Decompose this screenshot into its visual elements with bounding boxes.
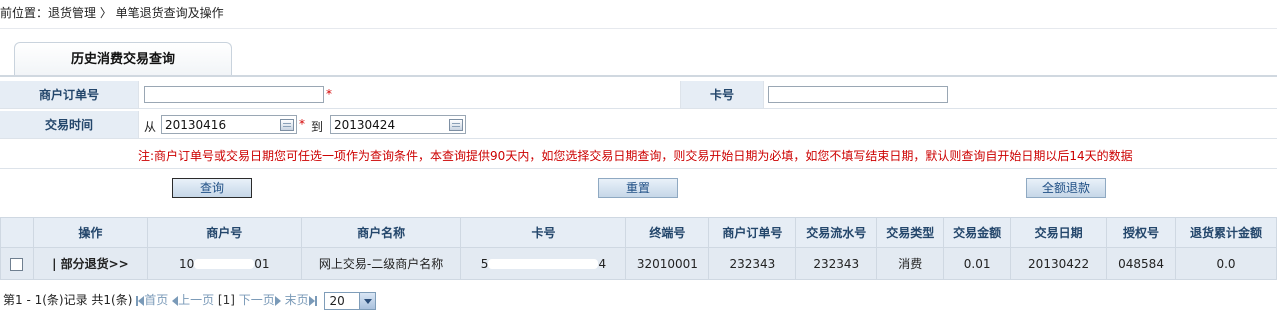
to-label: 到 — [311, 120, 324, 134]
reset-button[interactable]: 重置 — [598, 178, 678, 198]
masked-region — [488, 259, 599, 269]
breadcrumb: 前位置：退货管理 〉 单笔退货查询及操作 — [0, 6, 224, 20]
query-button[interactable]: 查询 — [172, 178, 252, 198]
card-number-label: 卡号 — [681, 81, 763, 108]
required-mark: * — [299, 117, 305, 131]
table-header: 交易日期 — [1010, 217, 1108, 248]
start-date-input[interactable] — [161, 115, 297, 134]
form-row-order: 商户订单号 * 卡号 — [0, 81, 1277, 109]
record-summary: 第1 - 1(条)记录 共1(条) — [3, 293, 133, 307]
next-page-link[interactable]: 下一页 — [239, 293, 281, 307]
trade-type-cell: 消费 — [876, 247, 945, 280]
chevron-down-icon — [359, 292, 376, 309]
serial-no-cell: 232343 — [795, 247, 878, 280]
trade-date-cell: 20130422 — [1010, 247, 1108, 280]
table-header: 交易金额 — [943, 217, 1012, 248]
full-refund-button[interactable]: 全额退款 — [1026, 178, 1106, 198]
last-page-link[interactable]: 末页 — [285, 293, 317, 307]
row-checkbox-cell — [0, 247, 34, 280]
merchant-name-cell: 网上交易-二级商户名称 — [300, 247, 462, 280]
end-date-input[interactable] — [330, 115, 466, 134]
card-number-input[interactable] — [768, 86, 948, 103]
partial-refund-link[interactable]: | 部分退货>> — [32, 247, 148, 280]
tab-history-query[interactable]: 历史消费交易查询 — [14, 42, 232, 76]
calendar-icon[interactable] — [449, 119, 463, 131]
calendar-icon[interactable] — [280, 119, 294, 131]
refund-total-cell: 0.0 — [1175, 247, 1277, 280]
results-table: 操作 商户号 商户名称 卡号 终端号 商户订单号 交易流水号 交易类型 交易金额… — [0, 217, 1277, 280]
amount-cell: 0.01 — [943, 247, 1012, 280]
next-page-icon — [274, 295, 281, 306]
table-header: 退货累计金额 — [1175, 217, 1277, 248]
prev-page-link[interactable]: 上一页 — [172, 293, 214, 307]
order-number-input[interactable] — [144, 86, 324, 103]
divider — [0, 28, 1277, 29]
query-note: 注:商户订单号或交易日期您可任选一项作为查询条件，本查询提供90天内，如您选择交… — [138, 149, 1133, 163]
table-header: 商户号 — [146, 217, 302, 248]
tab-divider — [0, 75, 1277, 77]
table-row: | 部分退货>> 10 01 网上交易-二级商户名称 54 32010001 23… — [0, 247, 1277, 280]
header-checkbox-col — [0, 217, 34, 248]
required-mark: * — [326, 87, 332, 101]
table-header: 卡号 — [460, 217, 627, 248]
from-label: 从 — [144, 120, 157, 134]
masked-region — [194, 259, 255, 269]
last-page-icon — [314, 295, 317, 306]
trade-time-label: 交易时间 — [0, 111, 138, 138]
card-no-cell: 54 — [460, 247, 627, 280]
table-header: 商户订单号 — [708, 217, 797, 248]
terminal-no-cell: 32010001 — [625, 247, 710, 280]
pagination: 第1 - 1(条)记录 共1(条) 首页 上一页 [1] 下一页 末页 20 — [3, 291, 377, 310]
table-header: 商户名称 — [300, 217, 462, 248]
order-number-label: 商户订单号 — [0, 81, 138, 108]
table-header: 终端号 — [625, 217, 710, 248]
note-row: 注:商户订单号或交易日期您可任选一项作为查询条件，本查询提供90天内，如您选择交… — [0, 141, 1277, 169]
table-header: 交易类型 — [876, 217, 945, 248]
page-size-select[interactable]: 20 — [324, 291, 377, 310]
table-header: 授权号 — [1106, 217, 1177, 248]
order-no-cell: 232343 — [708, 247, 797, 280]
row-checkbox[interactable] — [10, 257, 24, 271]
current-page: [1] — [217, 293, 235, 307]
auth-no-cell: 048584 — [1106, 247, 1177, 280]
table-header: 操作 — [32, 217, 148, 248]
table-header-row: 操作 商户号 商户名称 卡号 终端号 商户订单号 交易流水号 交易类型 交易金额… — [0, 217, 1277, 248]
table-header: 交易流水号 — [795, 217, 878, 248]
form-row-time: 交易时间 从 * 到 — [0, 111, 1277, 139]
first-page-link[interactable]: 首页 — [136, 293, 168, 307]
merchant-no-cell: 10 01 — [146, 247, 302, 280]
